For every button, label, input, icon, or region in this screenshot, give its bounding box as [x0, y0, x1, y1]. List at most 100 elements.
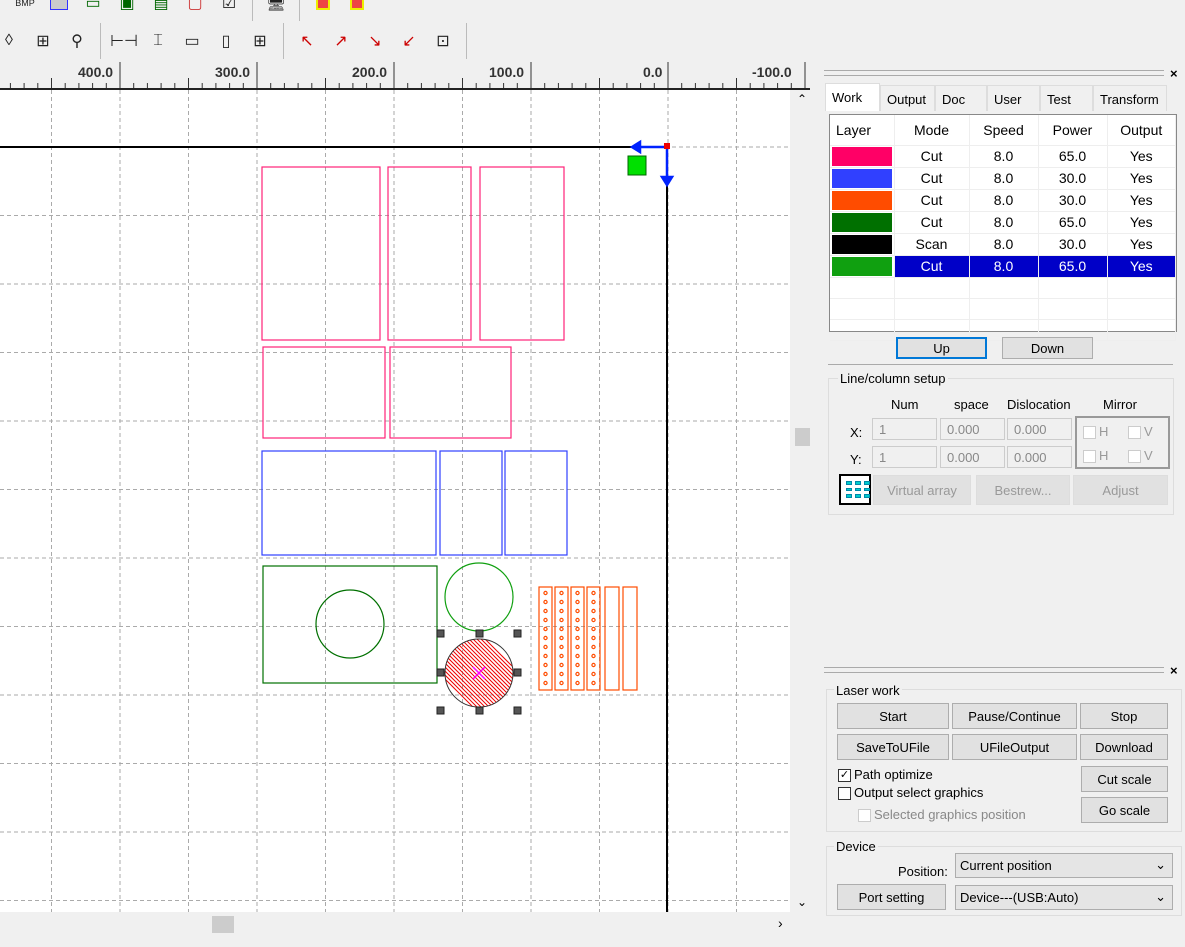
- check-icon[interactable]: ☑: [214, 0, 244, 18]
- panel-gripper[interactable]: [824, 70, 1164, 76]
- up-button[interactable]: Up: [896, 337, 987, 359]
- close-icon[interactable]: ×: [1170, 66, 1178, 81]
- select-red2-icon[interactable]: [342, 0, 372, 18]
- origin-top-right-icon[interactable]: ↗: [326, 26, 356, 56]
- horizontal-scrollbar[interactable]: ›: [0, 912, 790, 936]
- pause-continue-button[interactable]: Pause/Continue: [952, 703, 1077, 729]
- orange-hole: [559, 644, 564, 650]
- save-to-ufile-button[interactable]: SaveToUFile: [837, 734, 949, 760]
- layer-row[interactable]: Cut 8.0 65.0 Yes: [830, 145, 1176, 168]
- same-size-v-icon[interactable]: ▯: [211, 26, 241, 56]
- port-setting-button[interactable]: Port setting: [837, 884, 946, 910]
- tab-work[interactable]: Work: [825, 83, 880, 111]
- layer-color-swatch[interactable]: [830, 145, 895, 168]
- layer-color-swatch[interactable]: [830, 233, 895, 256]
- layer-table[interactable]: Layer Mode Speed Power Output Cut 8.0 65.0…: [829, 114, 1177, 341]
- orange-hole: [559, 653, 564, 659]
- same-size-h-icon[interactable]: ▭: [177, 26, 207, 56]
- adjust-button[interactable]: Adjust: [1073, 475, 1168, 505]
- y-dislocation-input[interactable]: 0.000: [1007, 446, 1072, 468]
- ruler-label: 300.0: [215, 64, 251, 80]
- layer-row[interactable]: Scan 8.0 30.0 Yes: [830, 233, 1176, 256]
- layer-color-swatch[interactable]: [830, 255, 895, 278]
- origin-top-left-icon[interactable]: ↖: [292, 26, 322, 56]
- align-icon[interactable]: ◊: [0, 26, 24, 56]
- cut-scale-button[interactable]: Cut scale: [1081, 766, 1168, 792]
- bmp-icon[interactable]: BMP: [10, 0, 40, 18]
- select-red-icon[interactable]: [308, 0, 338, 18]
- orange-strip: [586, 586, 601, 691]
- y-space-input[interactable]: 0.000: [940, 446, 1005, 468]
- layer-row[interactable]: Cut 8.0 65.0 Yes: [830, 211, 1176, 234]
- layer-color-swatch[interactable]: [830, 211, 895, 234]
- path-icon[interactable]: ▣: [112, 0, 142, 18]
- array-grid-icon[interactable]: [839, 474, 871, 505]
- mirror-y-v-checkbox[interactable]: V: [1128, 448, 1153, 464]
- center-h-icon[interactable]: ⊞: [28, 26, 58, 56]
- panel-gripper[interactable]: [824, 667, 1164, 673]
- download-button[interactable]: Download: [1080, 734, 1168, 760]
- dark-green-layer-shapes: [262, 565, 438, 684]
- virtual-array-button[interactable]: Virtual array: [873, 475, 971, 505]
- orange-hole: [591, 653, 596, 659]
- origin-bottom-right-icon[interactable]: ↘: [360, 26, 390, 56]
- tab-doc[interactable]: Doc: [935, 85, 987, 111]
- ruler-label: 400.0: [78, 64, 114, 80]
- mirror-label: Mirror: [1103, 397, 1137, 412]
- layer-color-swatch[interactable]: [830, 167, 895, 190]
- output-select-graphics-checkbox[interactable]: Output select graphics: [838, 785, 983, 801]
- x-dislocation-input[interactable]: 0.000: [1007, 418, 1072, 440]
- rect-tool-icon[interactable]: [44, 0, 74, 18]
- ruler-label: 0.0: [643, 64, 663, 80]
- device-title: Device: [834, 839, 878, 854]
- tab-user[interactable]: User: [987, 85, 1040, 111]
- tab-transform[interactable]: Transform: [1093, 85, 1167, 111]
- layer-output: Yes: [1107, 167, 1176, 190]
- same-size-icon[interactable]: ⊞: [245, 26, 275, 56]
- y-num-input[interactable]: 1: [872, 446, 937, 468]
- orange-layer-shapes: [538, 586, 638, 691]
- layer-row[interactable]: Cut 8.0 30.0 Yes: [830, 189, 1176, 212]
- layer-speed: 8.0: [969, 211, 1039, 234]
- node-icon[interactable]: ▭: [78, 0, 108, 18]
- down-button[interactable]: Down: [1002, 337, 1093, 359]
- dislocation-label: Dislocation: [1007, 397, 1071, 412]
- stop-button[interactable]: Stop: [1080, 703, 1168, 729]
- center-v-icon[interactable]: ⚲: [62, 26, 92, 56]
- tab-output[interactable]: Output: [880, 85, 935, 111]
- tab-test[interactable]: Test: [1040, 85, 1093, 111]
- layer-row[interactable]: Cut 8.0 65.0 Yes: [830, 255, 1176, 278]
- monitor-icon[interactable]: 🖥: [261, 0, 291, 18]
- origin-bottom-left-icon[interactable]: ↙: [394, 26, 424, 56]
- mirror-x-v-checkbox[interactable]: V: [1128, 424, 1153, 440]
- drawing-canvas[interactable]: [0, 90, 790, 912]
- go-scale-button[interactable]: Go scale: [1081, 797, 1168, 823]
- path-optimize-checkbox[interactable]: ✓ Path optimize: [838, 767, 933, 783]
- layer-color-swatch[interactable]: [830, 189, 895, 212]
- layer-row[interactable]: Cut 8.0 30.0 Yes: [830, 167, 1176, 190]
- frame-icon[interactable]: ▢: [180, 0, 210, 18]
- vertical-scrollbar[interactable]: ⌃ ⌄: [790, 90, 815, 912]
- mirror-y-h-checkbox[interactable]: H: [1083, 448, 1108, 464]
- same-height-icon[interactable]: ⌶: [143, 26, 173, 56]
- layer-speed: 8.0: [969, 255, 1039, 278]
- position-select[interactable]: Current position ⌄: [955, 853, 1173, 878]
- col-header-layer: Layer: [830, 115, 895, 146]
- layer-speed: 8.0: [969, 167, 1039, 190]
- origin-center-icon[interactable]: ⊡: [428, 26, 458, 56]
- selected-graphics-position-checkbox[interactable]: Selected graphics position: [858, 807, 1026, 823]
- bestrew-button[interactable]: Bestrew...: [976, 475, 1070, 505]
- x-num-input[interactable]: 1: [872, 418, 937, 440]
- device-select[interactable]: Device---(USB:Auto) ⌄: [955, 885, 1173, 910]
- same-width-icon[interactable]: ⊢⊣: [109, 26, 139, 56]
- layer-power: 65.0: [1038, 255, 1108, 278]
- path2-icon[interactable]: ▤: [146, 0, 176, 18]
- mirror-x-h-checkbox[interactable]: H: [1083, 424, 1108, 440]
- start-button[interactable]: Start: [837, 703, 949, 729]
- close-icon[interactable]: ×: [1170, 663, 1178, 678]
- orange-hole: [591, 590, 596, 596]
- x-space-input[interactable]: 0.000: [940, 418, 1005, 440]
- orange-hole: [543, 671, 548, 677]
- orange-hole: [575, 653, 580, 659]
- ufile-output-button[interactable]: UFileOutput: [952, 734, 1077, 760]
